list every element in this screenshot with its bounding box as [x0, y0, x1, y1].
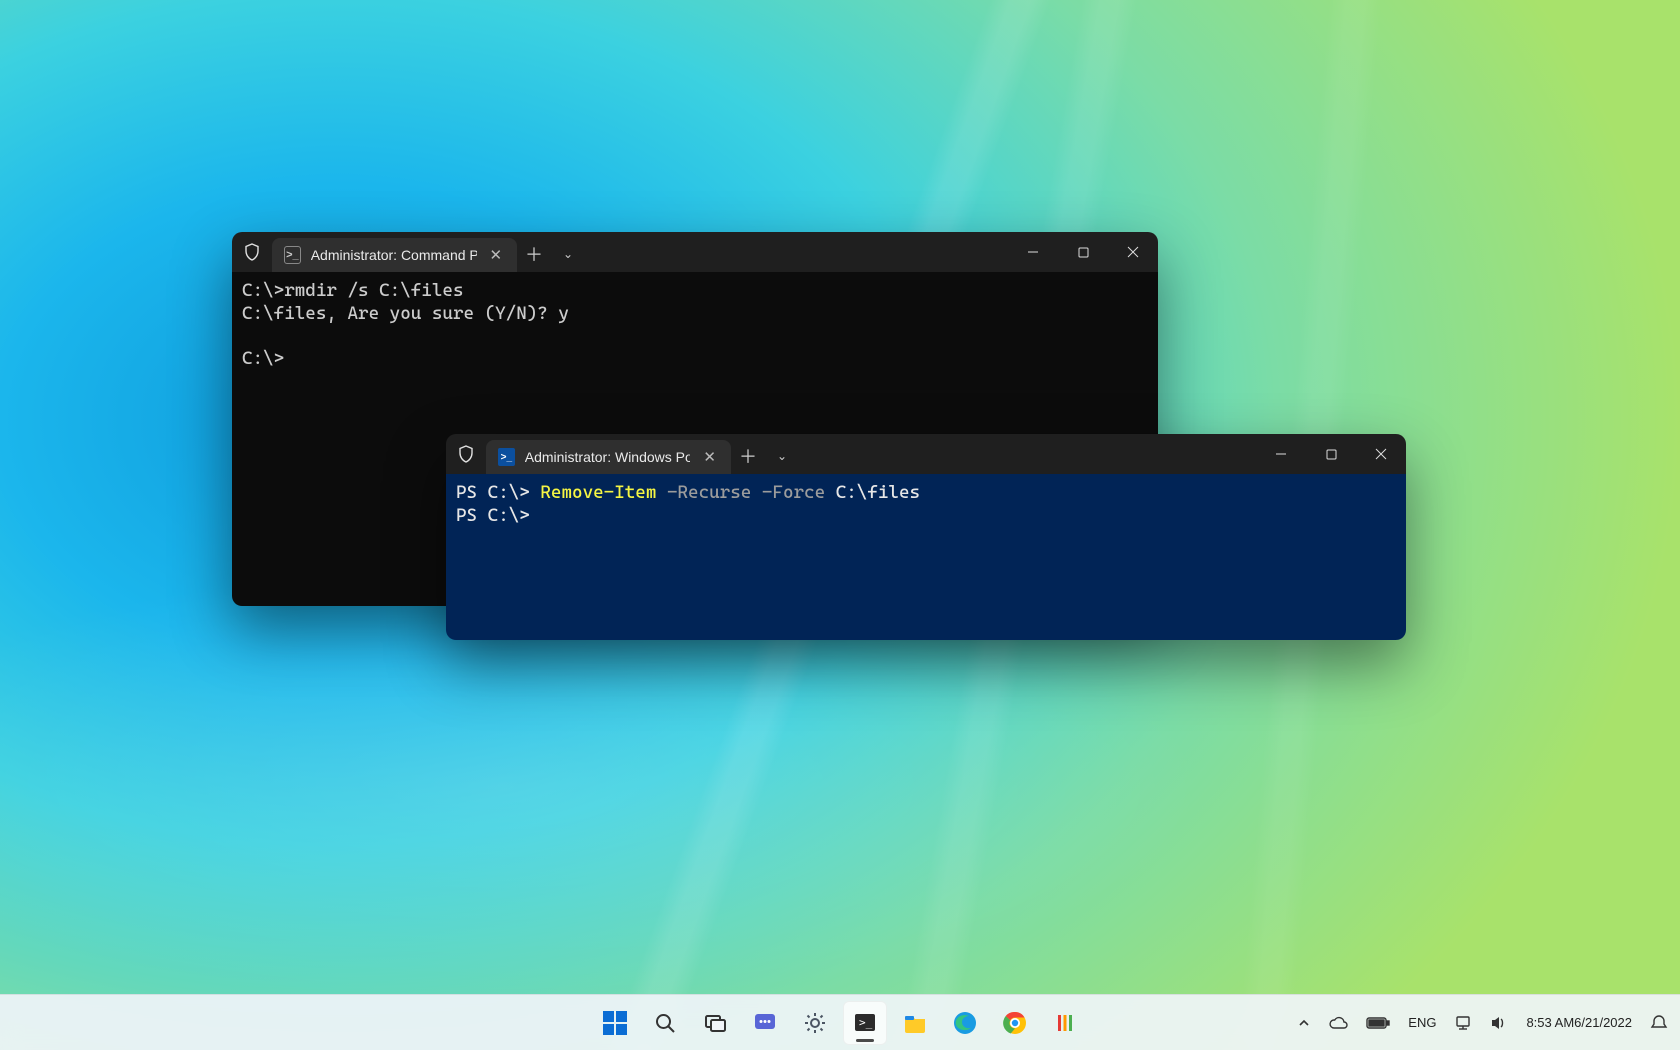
ps-titlebar[interactable]: >_ Administrator: Windows Pow ✕ ＋ ⌄: [446, 434, 1406, 474]
clock-date: 6/21/2022: [1574, 1015, 1632, 1031]
taskbar-app-explorer[interactable]: [893, 1001, 937, 1045]
cmd-prompt: C:\>: [242, 348, 284, 369]
ps-prompt: PS C:\>: [456, 505, 530, 526]
powershell-icon: >_: [498, 448, 515, 466]
ps-prompt: PS C:\>: [456, 482, 540, 503]
maximize-button[interactable]: [1306, 434, 1356, 474]
admin-shield-icon: [446, 434, 486, 474]
task-view-button[interactable]: [693, 1001, 737, 1045]
taskbar[interactable]: >_ ENG 8:53 AM: [0, 994, 1680, 1050]
titlebar-drag-region[interactable]: [799, 434, 1256, 474]
language-indicator[interactable]: ENG: [1404, 1001, 1440, 1045]
taskbar-app-edge[interactable]: [943, 1001, 987, 1045]
clock[interactable]: 8:53 AM 6/21/2022: [1522, 1001, 1636, 1045]
taskbar-app-chat[interactable]: [743, 1001, 787, 1045]
admin-shield-icon: [232, 232, 272, 272]
ps-terminal-body[interactable]: PS C:\> Remove-Item -Recurse -Force C:\f…: [446, 474, 1406, 640]
start-button[interactable]: [593, 1001, 637, 1045]
close-button[interactable]: [1356, 434, 1406, 474]
tab-dropdown-button[interactable]: ⌄: [551, 236, 585, 272]
ps-tab[interactable]: >_ Administrator: Windows Pow ✕: [486, 440, 731, 474]
taskbar-app-settings[interactable]: [793, 1001, 837, 1045]
new-tab-button[interactable]: ＋: [517, 236, 551, 272]
cmd-line: C:\>rmdir /s C:\files: [242, 280, 463, 301]
notifications-button[interactable]: [1646, 1001, 1672, 1045]
ps-tab-close-button[interactable]: ✕: [700, 447, 719, 467]
minimize-button[interactable]: [1256, 434, 1306, 474]
new-tab-button[interactable]: ＋: [731, 438, 765, 474]
ps-cmdlet: Remove-Item: [540, 482, 656, 503]
cmd-titlebar[interactable]: >_ Administrator: Command Pro ✕ ＋ ⌄: [232, 232, 1158, 272]
close-button[interactable]: [1108, 232, 1158, 272]
battery-icon[interactable]: [1362, 1001, 1394, 1045]
svg-text:>_: >_: [859, 1016, 873, 1029]
taskbar-center: >_: [593, 1001, 1087, 1045]
ps-param: -Force: [751, 482, 825, 503]
cmd-icon: >_: [284, 246, 301, 264]
search-button[interactable]: [643, 1001, 687, 1045]
cmd-tab-close-button[interactable]: ✕: [487, 245, 505, 265]
cmd-line: C:\files, Are you sure (Y/N)? y: [242, 303, 569, 324]
taskbar-app-generic[interactable]: [1043, 1001, 1087, 1045]
taskbar-app-terminal[interactable]: >_: [843, 1001, 887, 1045]
network-icon[interactable]: [1450, 1001, 1476, 1045]
ps-param: -Recurse: [656, 482, 751, 503]
taskbar-app-chrome[interactable]: [993, 1001, 1037, 1045]
system-tray: ENG 8:53 AM 6/21/2022: [1294, 995, 1672, 1050]
ps-arg: C:\files: [825, 482, 920, 503]
minimize-button[interactable]: [1008, 232, 1058, 272]
clock-time: 8:53 AM: [1526, 1015, 1574, 1031]
volume-icon[interactable]: [1486, 1001, 1512, 1045]
titlebar-drag-region[interactable]: [585, 232, 1008, 272]
tray-overflow-button[interactable]: [1294, 1001, 1314, 1045]
onedrive-icon[interactable]: [1324, 1001, 1352, 1045]
maximize-button[interactable]: [1058, 232, 1108, 272]
cmd-tab[interactable]: >_ Administrator: Command Pro ✕: [272, 238, 517, 272]
tab-dropdown-button[interactable]: ⌄: [765, 438, 799, 474]
powershell-window[interactable]: >_ Administrator: Windows Pow ✕ ＋ ⌄ PS C…: [446, 434, 1406, 640]
cmd-tab-title: Administrator: Command Pro: [311, 247, 477, 263]
ps-tab-title: Administrator: Windows Pow: [525, 449, 691, 465]
